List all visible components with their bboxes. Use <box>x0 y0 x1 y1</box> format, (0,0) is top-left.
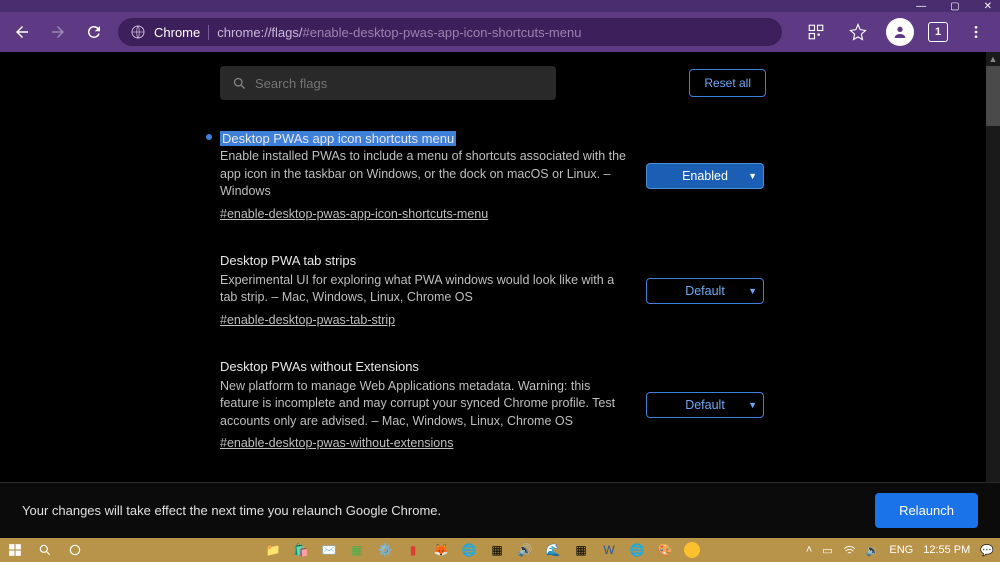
relaunch-bar: Your changes will take effect the next t… <box>0 482 1000 538</box>
volume-app-icon[interactable]: 🔊 <box>516 541 534 559</box>
window-titlebar: — ▢ ✕ <box>0 0 1000 12</box>
lang-indicator[interactable]: ENG <box>889 544 913 556</box>
relaunch-button[interactable]: Relaunch <box>875 493 978 528</box>
flag-description: Enable installed PWAs to include a menu … <box>220 148 626 201</box>
battery-icon[interactable]: ▭ <box>822 544 832 557</box>
flag-select[interactable]: Enabled ▼ <box>646 163 764 189</box>
chrome-taskbar-icon[interactable]: 🌐 <box>460 541 478 559</box>
word-icon[interactable]: W <box>600 541 618 559</box>
chevron-down-icon: ▼ <box>748 286 757 296</box>
wifi-icon[interactable] <box>843 544 856 557</box>
windows-taskbar: 📁 🛍️ ✉️ ▦ ⚙️ ▮ 🦊 🌐 ▦ 🔊 🌊 ▦ W 🌐 🎨 ˄ ▭ 🔉 E… <box>0 538 1000 562</box>
chevron-down-icon: ▼ <box>748 400 757 410</box>
flag-title: Desktop PWA tab strips <box>220 253 626 268</box>
cortana-icon[interactable] <box>66 541 84 559</box>
flag-anchor-link[interactable]: #enable-desktop-pwas-without-extensions <box>220 436 453 450</box>
chevron-down-icon: ▼ <box>748 171 757 181</box>
address-bar[interactable]: Chrome chrome://flags/#enable-desktop-pw… <box>118 18 782 46</box>
app-icon-3[interactable]: ▦ <box>488 541 506 559</box>
flag-anchor-link[interactable]: #enable-desktop-pwas-tab-strip <box>220 313 395 327</box>
site-info-icon[interactable] <box>130 24 146 40</box>
store-icon[interactable]: 🛍️ <box>292 541 310 559</box>
tray-up-icon[interactable]: ˄ <box>806 544 812 556</box>
bookmark-star-icon[interactable] <box>844 18 872 46</box>
flag-row: Desktop PWA tab strips Experimental UI f… <box>0 253 986 329</box>
notifications-icon[interactable]: 💬 <box>980 544 994 557</box>
flag-anchor-link[interactable]: #enable-desktop-pwas-app-icon-shortcuts-… <box>220 207 488 221</box>
search-input[interactable] <box>255 76 544 91</box>
minimize-button[interactable]: — <box>916 1 926 12</box>
menu-icon[interactable] <box>962 18 990 46</box>
close-button[interactable]: ✕ <box>984 1 992 12</box>
profile-icon[interactable] <box>886 18 914 46</box>
qr-icon[interactable] <box>802 18 830 46</box>
back-button[interactable] <box>10 20 34 44</box>
canary-icon[interactable] <box>684 542 700 558</box>
flags-content: Reset all Desktop PWAs app icon shortcut… <box>0 52 986 482</box>
relaunch-message: Your changes will take effect the next t… <box>22 503 441 518</box>
search-icon <box>232 76 247 91</box>
app-icon[interactable]: ▦ <box>348 541 366 559</box>
modified-dot-icon <box>206 134 212 140</box>
mail-icon[interactable]: ✉️ <box>320 541 338 559</box>
reset-all-button[interactable]: Reset all <box>689 69 766 97</box>
flag-row: Desktop PWAs app icon shortcuts menu Ena… <box>0 130 986 223</box>
settings-icon[interactable]: ⚙️ <box>376 541 394 559</box>
tab-count[interactable]: 1 <box>928 22 948 42</box>
app-icon-2[interactable]: ▮ <box>404 541 422 559</box>
url-text: Chrome chrome://flags/#enable-desktop-pw… <box>154 25 581 40</box>
clock[interactable]: 12:55 PM <box>923 544 970 556</box>
app-icon-4[interactable]: ▦ <box>572 541 590 559</box>
edge-icon[interactable]: 🌊 <box>544 541 562 559</box>
browser-toolbar: Chrome chrome://flags/#enable-desktop-pw… <box>0 12 1000 52</box>
flag-title: Desktop PWAs app icon shortcuts menu <box>220 131 456 146</box>
volume-icon[interactable]: 🔉 <box>866 544 880 557</box>
search-flags-box[interactable] <box>220 66 556 100</box>
reload-button[interactable] <box>82 20 106 44</box>
search-taskbar-icon[interactable] <box>36 541 54 559</box>
flag-select[interactable]: Default ▼ <box>646 392 764 418</box>
explorer-icon[interactable]: 📁 <box>264 541 282 559</box>
maximize-button[interactable]: ▢ <box>950 1 959 12</box>
flag-description: New platform to manage Web Applications … <box>220 378 626 431</box>
chrome-icon-2[interactable]: 🌐 <box>628 541 646 559</box>
start-icon[interactable] <box>6 541 24 559</box>
flag-title: Desktop PWAs without Extensions <box>220 359 626 374</box>
flag-description: Experimental UI for exploring what PWA w… <box>220 272 626 307</box>
scrollbar-thumb[interactable] <box>986 66 1000 126</box>
app-icon-5[interactable]: 🎨 <box>656 541 674 559</box>
flag-row: Desktop PWAs without Extensions New plat… <box>0 359 986 453</box>
forward-button[interactable] <box>46 20 70 44</box>
firefox-icon[interactable]: 🦊 <box>432 541 450 559</box>
scroll-up-icon[interactable]: ▲ <box>986 52 1000 66</box>
flag-select[interactable]: Default ▼ <box>646 278 764 304</box>
